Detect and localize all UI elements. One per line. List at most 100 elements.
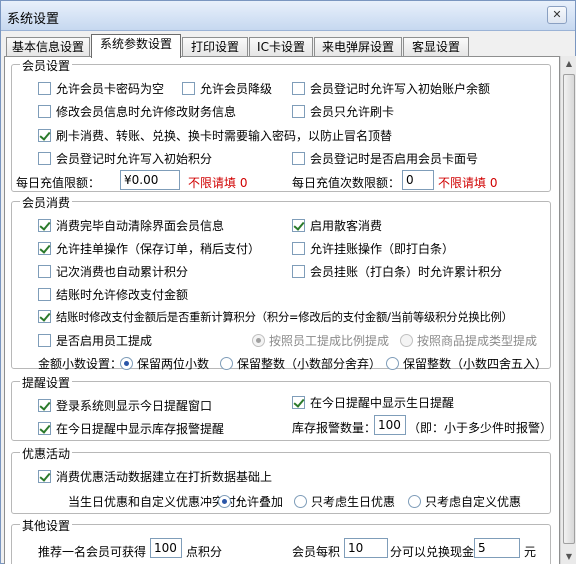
radio-dot[interactable] bbox=[408, 495, 421, 508]
radio-dot[interactable] bbox=[252, 334, 265, 347]
checkbox-label: 登录系统则显示今日提醒窗口 bbox=[56, 399, 213, 413]
checkbox-box[interactable] bbox=[182, 82, 195, 95]
checkbox-label: 允许挂账操作（即打白条） bbox=[310, 242, 455, 256]
tab-system-params[interactable]: 系统参数设置 bbox=[91, 34, 181, 58]
checkbox-label: 在今日提醒中显示库存报警提醒 bbox=[56, 422, 225, 436]
count-points-record-checkbox[interactable]: 记次消费也自动累计积分 bbox=[38, 263, 188, 280]
checkbox-box[interactable] bbox=[292, 219, 305, 232]
radio-dot[interactable] bbox=[120, 357, 133, 370]
tab-customer-display[interactable]: 客显设置 bbox=[403, 37, 469, 57]
checkbox-box[interactable] bbox=[38, 288, 51, 301]
checkbox-box[interactable] bbox=[292, 396, 305, 409]
allow-initial-balance-checkbox[interactable]: 会员登记时允许写入初始账户余额 bbox=[292, 80, 490, 97]
checkbox-label: 允许挂单操作（保存订单，稍后支付） bbox=[56, 242, 261, 256]
group-title: 会员消费 bbox=[20, 194, 73, 211]
checkbox-box[interactable] bbox=[292, 265, 305, 278]
scroll-up-icon[interactable]: ▲ bbox=[561, 56, 576, 72]
allow-hang-order-checkbox[interactable]: 允许挂单操作（保存订单，稍后支付） bbox=[38, 240, 260, 257]
member-consumption-group: 会员消费 消费完毕自动清除界面会员信息 启用散客消费 允许挂单操作（保存订单，稍… bbox=[11, 194, 551, 372]
daily-recharge-limit-label: 每日充值限额： bbox=[16, 176, 101, 190]
allow-member-downgrade-checkbox[interactable]: 允许会员降级 bbox=[182, 80, 272, 97]
show-stock-alarm-checkbox[interactable]: 在今日提醒中显示库存报警提醒 bbox=[38, 420, 224, 437]
scroll-thumb[interactable] bbox=[563, 74, 575, 544]
allow-edit-finance-checkbox[interactable]: 修改会员信息时允许修改财务信息 bbox=[38, 103, 236, 120]
group-title: 提醒设置 bbox=[20, 374, 73, 391]
checkbox-label: 消费完毕自动清除界面会员信息 bbox=[56, 219, 225, 233]
stock-alarm-qty-input[interactable]: 100 bbox=[374, 415, 406, 435]
radio-label: 保留整数（小数部分舍弃） bbox=[237, 357, 382, 371]
auto-clear-checkbox[interactable]: 消费完毕自动清除界面会员信息 bbox=[38, 217, 224, 234]
checkbox-label: 会员登记时是否启用会员卡面号 bbox=[310, 152, 479, 166]
decimal-two-radio[interactable]: 保留两位小数 bbox=[120, 355, 209, 372]
tab-caller-popup[interactable]: 来电弹屏设置 bbox=[314, 37, 402, 57]
radio-label: 只考虑自定义优惠 bbox=[425, 495, 522, 509]
checkbox-box[interactable] bbox=[38, 399, 51, 412]
checkbox-label: 是否启用员工提成 bbox=[56, 334, 153, 348]
daily-recharge-times-input[interactable]: 0 bbox=[402, 170, 434, 190]
allow-initial-points-checkbox[interactable]: 会员登记时允许写入初始积分 bbox=[38, 150, 212, 167]
checkbox-box[interactable] bbox=[38, 219, 51, 232]
checkbox-box[interactable] bbox=[292, 82, 305, 95]
allow-stack-radio[interactable]: 允许叠加 bbox=[218, 493, 283, 510]
checkbox-box[interactable] bbox=[292, 242, 305, 255]
radio-dot[interactable] bbox=[294, 495, 307, 508]
tab-print[interactable]: 打印设置 bbox=[182, 37, 248, 57]
radio-dot[interactable] bbox=[386, 357, 399, 370]
radio-label: 保留两位小数 bbox=[137, 357, 210, 371]
close-button[interactable]: ✕ bbox=[547, 6, 567, 24]
checkbox-box[interactable] bbox=[38, 242, 51, 255]
referral-points-input[interactable]: 100 bbox=[150, 538, 182, 558]
tab-basic-info[interactable]: 基本信息设置 bbox=[6, 37, 90, 57]
checkbox-label: 会员登记时允许写入初始积分 bbox=[56, 152, 213, 166]
checkbox-box[interactable] bbox=[38, 82, 51, 95]
show-birthday-checkbox[interactable]: 在今日提醒中显示生日提醒 bbox=[292, 394, 454, 411]
checkbox-box[interactable] bbox=[38, 422, 51, 435]
radio-dot[interactable] bbox=[220, 357, 233, 370]
enable-staff-commission-checkbox[interactable]: 是否启用员工提成 bbox=[38, 332, 152, 349]
redeem-prefix-label: 会员每积 bbox=[292, 545, 341, 559]
commission-by-staff-radio[interactable]: 按照员工提成比例提成 bbox=[252, 332, 389, 349]
redeem-points-input[interactable]: 10 bbox=[344, 538, 388, 558]
decimal-floor-radio[interactable]: 保留整数（小数部分舍弃） bbox=[220, 355, 381, 372]
tab-ic-card[interactable]: IC卡设置 bbox=[249, 37, 313, 57]
commission-by-product-radio[interactable]: 按照商品提成类型提成 bbox=[400, 332, 537, 349]
checkbox-label: 修改会员信息时允许修改财务信息 bbox=[56, 105, 237, 119]
radio-label: 只考虑生日优惠 bbox=[311, 495, 396, 509]
checkbox-box[interactable] bbox=[38, 334, 51, 347]
swipe-only-checkbox[interactable]: 会员只允许刷卡 bbox=[292, 103, 394, 120]
based-on-discount-checkbox[interactable]: 消费优惠活动数据建立在打折数据基础上 bbox=[38, 468, 272, 485]
checkbox-box[interactable] bbox=[38, 105, 51, 118]
vertical-scrollbar[interactable]: ▲ ▼ bbox=[560, 56, 576, 564]
title-bar[interactable]: 系统设置 ✕ bbox=[1, 1, 575, 31]
show-today-window-checkbox[interactable]: 登录系统则显示今日提醒窗口 bbox=[38, 397, 212, 414]
credit-points-checkbox[interactable]: 会员挂账（打白条）时允许累计积分 bbox=[292, 263, 502, 280]
radio-dot[interactable] bbox=[400, 334, 413, 347]
allow-credit-checkbox[interactable]: 允许挂账操作（即打白条） bbox=[292, 240, 454, 257]
radio-dot[interactable] bbox=[218, 495, 231, 508]
redeem-cash-input[interactable]: 5 bbox=[474, 538, 520, 558]
checkbox-box[interactable] bbox=[38, 152, 51, 165]
radio-label: 按照商品提成类型提成 bbox=[417, 334, 538, 348]
checkbox-box[interactable] bbox=[38, 470, 51, 483]
enable-walkin-checkbox[interactable]: 启用散客消费 bbox=[292, 217, 382, 234]
checkbox-box[interactable] bbox=[292, 152, 305, 165]
allow-empty-card-pwd-checkbox[interactable]: 允许会员卡密码为空 bbox=[38, 80, 164, 97]
decimal-round-radio[interactable]: 保留整数（小数四舍五入） bbox=[386, 355, 547, 372]
referral-prefix-label: 推荐一名会员可获得 bbox=[38, 545, 147, 559]
checkbox-box[interactable] bbox=[38, 310, 51, 323]
custom-only-radio[interactable]: 只考虑自定义优惠 bbox=[408, 493, 521, 510]
checkbox-box[interactable] bbox=[38, 129, 51, 142]
checkbox-box[interactable] bbox=[292, 105, 305, 118]
birthday-only-radio[interactable]: 只考虑生日优惠 bbox=[294, 493, 395, 510]
checkbox-label: 在今日提醒中显示生日提醒 bbox=[310, 396, 455, 410]
redeem-middle-label: 分可以兑换现金 bbox=[390, 545, 475, 559]
allow-edit-pay-amount-checkbox[interactable]: 结账时允许修改支付金额 bbox=[38, 286, 188, 303]
scroll-down-icon[interactable]: ▼ bbox=[561, 549, 576, 564]
require-password-checkbox[interactable]: 刷卡消费、转账、兑换、换卡时需要输入密码，以防止冒名顶替 bbox=[38, 127, 392, 144]
daily-recharge-limit-input[interactable]: ¥0.00 bbox=[120, 170, 180, 190]
checkbox-box[interactable] bbox=[38, 265, 51, 278]
recalc-points-checkbox[interactable]: 结账时修改支付金额后是否重新计算积分（积分=修改后的支付金额/当前等级积分兑换比… bbox=[38, 309, 513, 325]
enable-card-face-no-checkbox[interactable]: 会员登记时是否启用会员卡面号 bbox=[292, 150, 478, 167]
referral-suffix-label: 点积分 bbox=[186, 545, 223, 559]
checkbox-label: 会员登记时允许写入初始账户余额 bbox=[310, 82, 491, 96]
